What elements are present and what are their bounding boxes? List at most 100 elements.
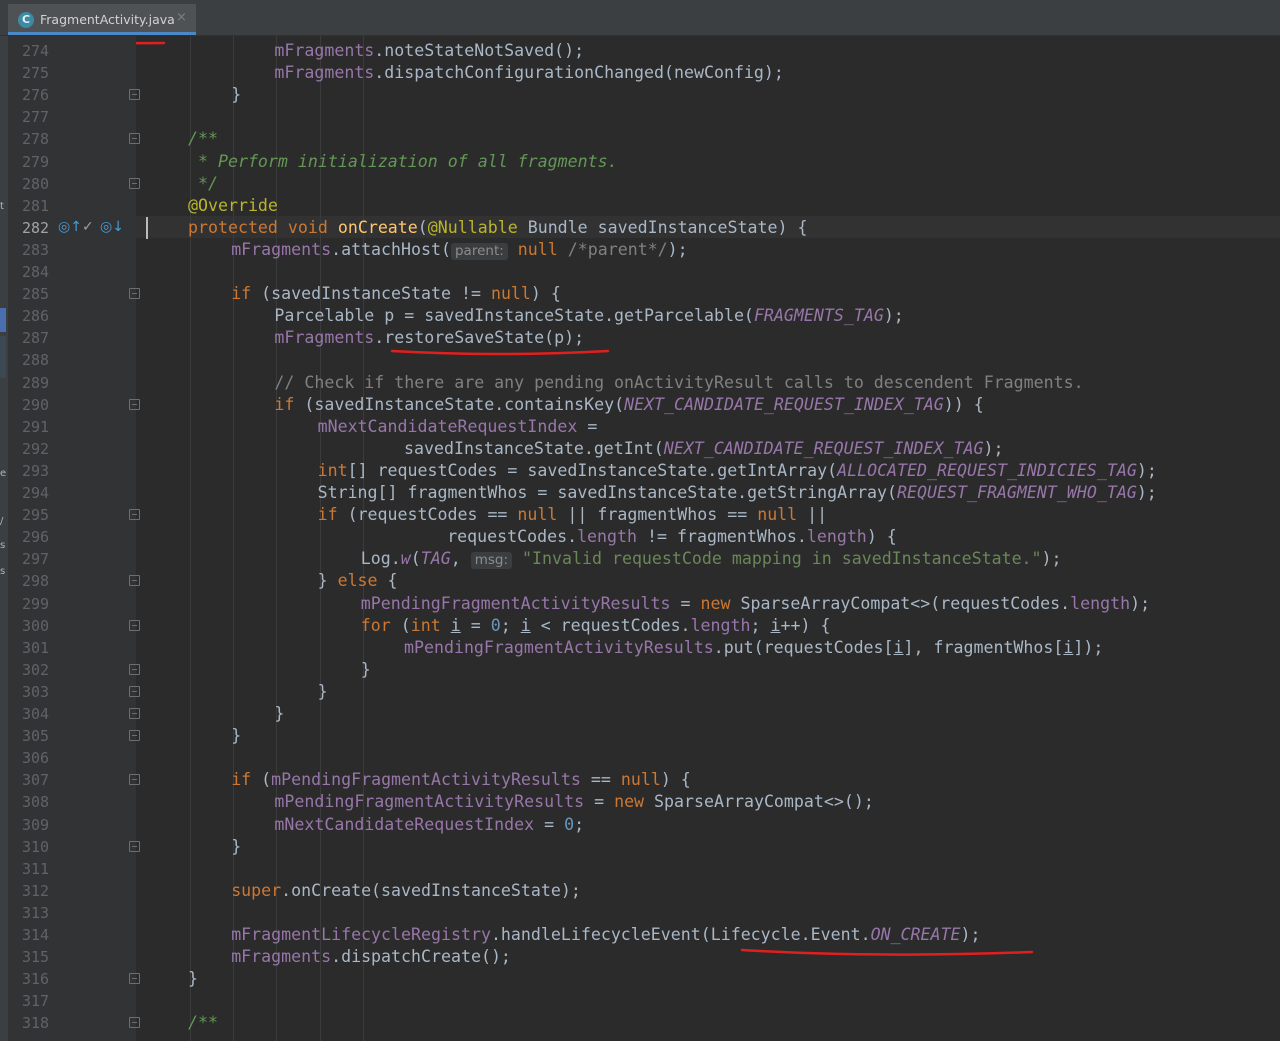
fold-marker-icon[interactable]: [129, 685, 140, 697]
code-line[interactable]: mPendingFragmentActivityResults = new Sp…: [361, 593, 1150, 615]
code-token: (requestCodes ==: [347, 505, 518, 525]
code-line[interactable]: requestCodes.length != fragmentWhos.leng…: [447, 526, 897, 548]
code-token: mFragments: [274, 63, 375, 83]
code-line[interactable]: /**: [188, 128, 218, 150]
code-line[interactable]: mFragments.restoreSaveState(p);: [274, 327, 584, 349]
fold-marker-icon[interactable]: [129, 288, 140, 300]
code-line[interactable]: if (savedInstanceState != null) {: [231, 283, 561, 305]
code-token: mFragments: [274, 41, 375, 60]
line-number: 314: [22, 926, 50, 944]
line-number: 290: [22, 395, 50, 414]
code-token: @Override: [188, 195, 278, 215]
line-number: 283: [22, 240, 50, 259]
code-line[interactable]: mNextCandidateRequestIndex =: [318, 416, 598, 438]
fold-marker-icon[interactable]: [129, 575, 140, 587]
fold-marker-icon[interactable]: [129, 133, 140, 145]
code-token: length: [806, 527, 867, 547]
code-token: ==: [580, 770, 621, 790]
code-line[interactable]: if (savedInstanceState.containsKey(NEXT_…: [274, 394, 983, 416]
override-up-icon[interactable]: ◎↑: [58, 219, 82, 235]
fold-marker-icon[interactable]: [129, 730, 140, 742]
line-number: 303: [22, 682, 50, 701]
code-line[interactable]: Log.w(TAG, msg: "Invalid requestCode map…: [361, 548, 1062, 570]
code-token: i: [450, 615, 461, 635]
code-line[interactable]: mNextCandidateRequestIndex = 0;: [274, 814, 584, 836]
code-line[interactable]: mFragments.dispatchCreate();: [231, 946, 511, 968]
code-token: for: [360, 615, 401, 635]
code-line[interactable]: mFragments.dispatchConfigurationChanged(…: [274, 62, 784, 84]
code-token: {: [377, 571, 398, 591]
implements-down-icon[interactable]: ◎↓: [100, 219, 124, 235]
fold-marker-icon[interactable]: [129, 973, 140, 985]
code-line[interactable]: } else {: [318, 570, 398, 592]
code-line[interactable]: String[] fragmentWhos = savedInstanceSta…: [318, 482, 1157, 504]
code-token: mNextCandidateRequestIndex: [317, 416, 578, 436]
code-line[interactable]: mFragmentLifecycleRegistry.handleLifecyc…: [231, 924, 980, 946]
annotation-on-create-event: [740, 948, 1034, 956]
fold-marker-icon[interactable]: [129, 840, 140, 852]
code-token: }: [317, 571, 338, 591]
fold-marker-icon[interactable]: [129, 619, 140, 631]
code-line[interactable]: for (int i = 0; i < requestCodes.length;…: [361, 615, 831, 637]
fold-marker-icon[interactable]: [129, 663, 140, 675]
code-line[interactable]: }: [188, 968, 198, 990]
code-token: i: [893, 637, 904, 657]
code-line[interactable]: mPendingFragmentActivityResults.put(requ…: [404, 637, 1103, 659]
check-icon[interactable]: ✓: [82, 219, 94, 235]
code-line[interactable]: mFragments.noteStateNotSaved();: [274, 40, 584, 62]
code-line[interactable]: }: [361, 659, 371, 681]
code-token: .dispatchCreate();: [331, 947, 511, 967]
strip-letter: s: [0, 540, 6, 551]
code-token: i: [770, 615, 781, 635]
code-token: }: [360, 659, 371, 679]
fold-marker-icon[interactable]: [129, 774, 140, 786]
fold-marker-icon[interactable]: [129, 708, 140, 719]
code-line[interactable]: @Override: [188, 195, 278, 217]
code-token: != fragmentWhos.: [637, 527, 807, 547]
code-line[interactable]: }: [231, 84, 241, 106]
code-line[interactable]: mPendingFragmentActivityResults = new Sp…: [274, 791, 873, 813]
fold-marker-icon[interactable]: [129, 1017, 140, 1029]
fold-marker-icon[interactable]: [129, 398, 140, 410]
fold-marker-icon[interactable]: [129, 177, 140, 189]
code-line[interactable]: }: [318, 681, 328, 703]
line-number: 281: [22, 196, 50, 215]
code-token: SparseArrayCompat<>();: [644, 792, 874, 812]
code-line[interactable]: }: [274, 703, 284, 725]
code-token: (: [410, 549, 421, 569]
line-number: 304: [22, 705, 50, 723]
code-line[interactable]: Parcelable p = savedInstanceState.getPar…: [274, 305, 903, 327]
close-icon[interactable]: ×: [176, 10, 187, 25]
code-token: REQUEST_FRAGMENT_WHO_TAG: [897, 483, 1137, 502]
parameter-hint: parent:: [450, 242, 508, 260]
strip-letter: e: [0, 468, 7, 479]
code-line[interactable]: }: [231, 725, 241, 747]
code-line[interactable]: // Check if there are any pending onActi…: [274, 372, 1083, 394]
fold-marker-icon[interactable]: [129, 509, 140, 521]
code-line[interactable]: if (requestCodes == null || fragmentWhos…: [318, 504, 828, 526]
code-line[interactable]: }: [231, 836, 241, 858]
code-token: .attachHost(: [331, 239, 451, 259]
code-token: if: [274, 394, 305, 414]
code-token: mPendingFragmentActivityResults: [360, 593, 671, 613]
fold-marker-icon[interactable]: [129, 89, 140, 101]
code-line[interactable]: protected void onCreate(@Nullable Bundle…: [188, 217, 807, 239]
code-token: (savedInstanceState !=: [261, 284, 491, 304]
code-token: mFragments: [231, 239, 332, 259]
code-line[interactable]: if (mPendingFragmentActivityResults == n…: [231, 769, 691, 791]
code-token: .onCreate(savedInstanceState);: [281, 880, 581, 900]
text-caret: [146, 217, 148, 239]
code-line[interactable]: */: [188, 173, 218, 195]
code-token: length: [690, 615, 751, 635]
code-line[interactable]: int[] requestCodes = savedInstanceState.…: [318, 460, 1157, 482]
code-token: =: [577, 416, 598, 436]
code-line[interactable]: savedInstanceState.getInt(NEXT_CANDIDATE…: [404, 438, 1003, 460]
code-line[interactable]: super.onCreate(savedInstanceState);: [231, 880, 581, 902]
code-line[interactable]: * Perform initialization of all fragment…: [188, 151, 618, 173]
code-line[interactable]: /**: [188, 1012, 218, 1034]
code-line[interactable]: mFragments.attachHost(parent: null /*par…: [231, 239, 688, 261]
code-token: Log.: [360, 549, 401, 569]
tab-fragment-activity[interactable]: C FragmentActivity.java ×: [8, 4, 196, 35]
line-number: 318: [22, 1014, 50, 1033]
